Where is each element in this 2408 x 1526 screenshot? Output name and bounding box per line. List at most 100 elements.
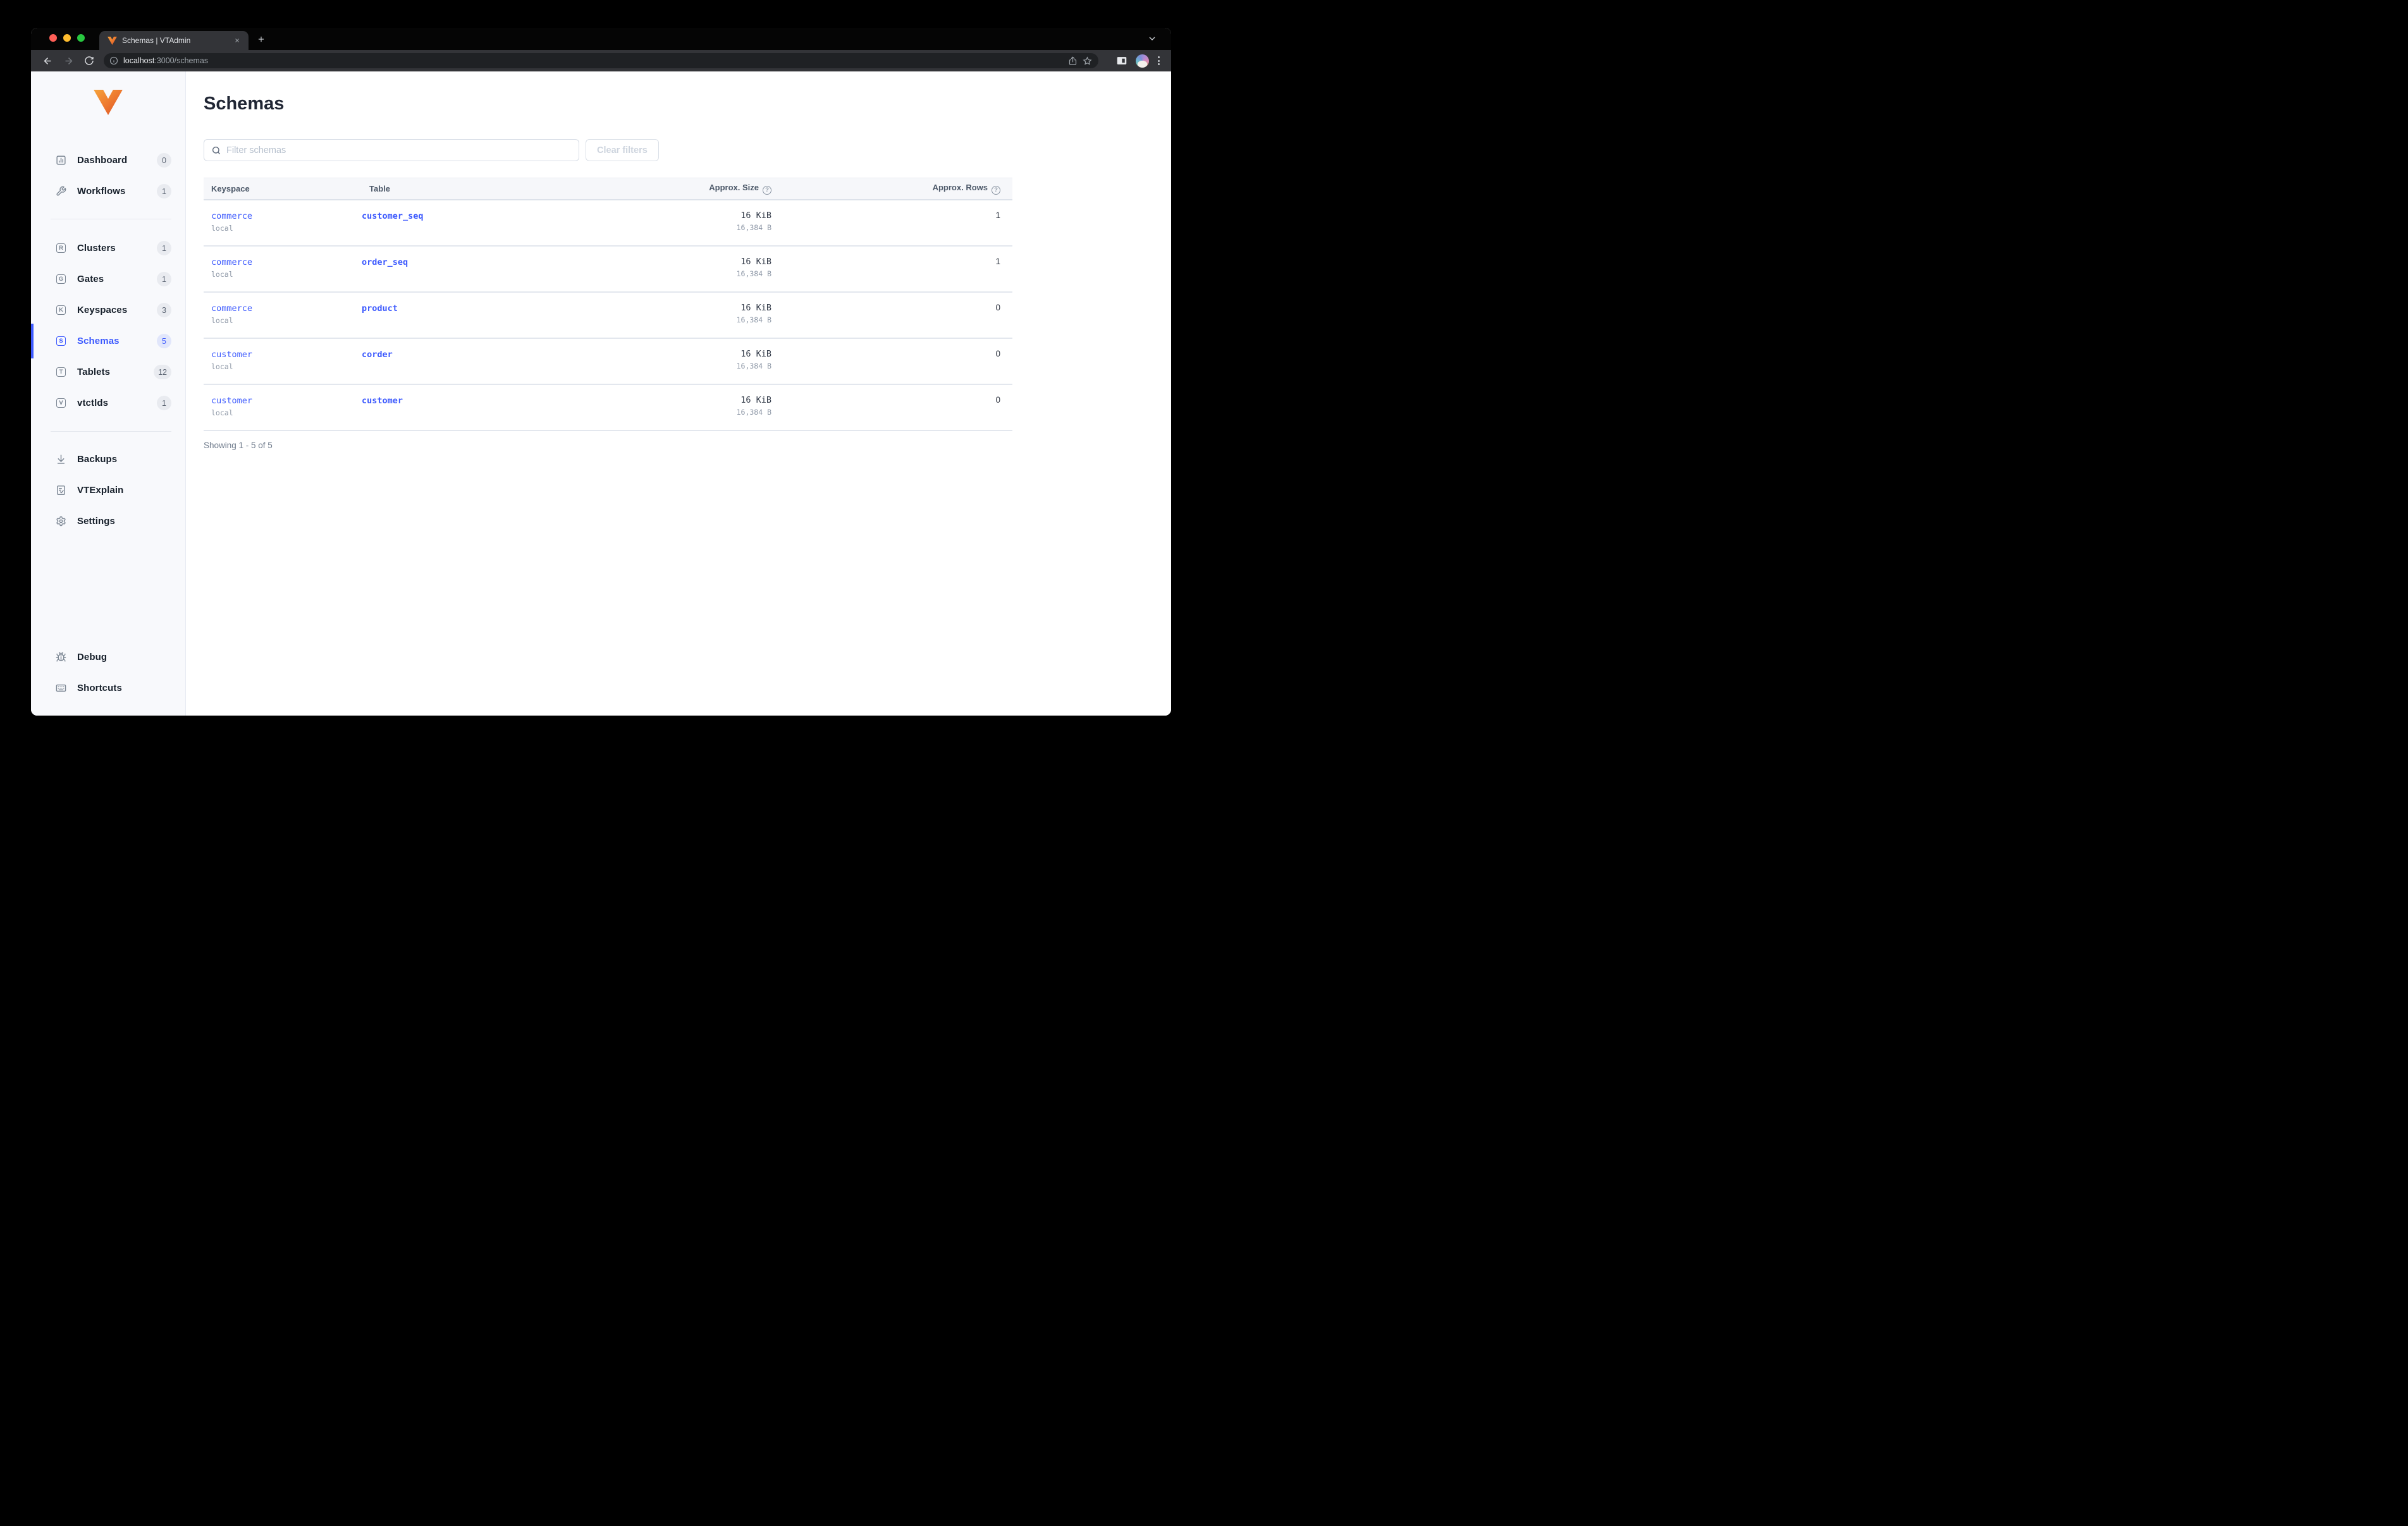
side-panel-icon[interactable] bbox=[1117, 56, 1127, 65]
letter-t-box-icon: T bbox=[56, 367, 66, 377]
keyspace-link[interactable]: commerce bbox=[211, 211, 252, 222]
count-badge: 3 bbox=[157, 303, 171, 317]
approx-rows: 0 bbox=[787, 291, 1012, 339]
browser-toolbar: localhost:3000/schemas bbox=[31, 50, 1171, 71]
table-row: commerce local order_seq 16 KiB 16,384 B 1 bbox=[204, 245, 1012, 293]
header-keyspace: Keyspace bbox=[204, 178, 362, 200]
table-row: customer local corder 16 KiB 16,384 B 0 bbox=[204, 338, 1012, 385]
vitess-favicon-icon bbox=[108, 36, 117, 45]
sidebar-item-keyspaces[interactable]: K Keyspaces 3 bbox=[31, 295, 185, 326]
table-link[interactable]: corder bbox=[362, 350, 393, 360]
tab-title: Schemas | VTAdmin bbox=[122, 36, 191, 45]
letter-g-box-icon: G bbox=[56, 274, 66, 284]
reload-button[interactable] bbox=[83, 54, 95, 67]
sidebar-item-schemas[interactable]: S Schemas 5 bbox=[31, 324, 185, 358]
browser-window: Schemas | VTAdmin localhost:3000/schemas bbox=[31, 28, 1171, 716]
tab-search-chevron-icon[interactable] bbox=[1147, 34, 1157, 44]
help-icon[interactable]: ? bbox=[763, 185, 771, 195]
bookmark-star-icon[interactable] bbox=[1083, 56, 1092, 66]
sidebar-item-label: Shortcuts bbox=[77, 683, 122, 693]
table-row: commerce local product 16 KiB 16,384 B 0 bbox=[204, 291, 1012, 339]
keyspace-link[interactable]: commerce bbox=[211, 257, 252, 268]
approx-size: 16 KiB bbox=[740, 210, 771, 221]
keyspace-link[interactable]: customer bbox=[211, 350, 252, 360]
count-badge: 1 bbox=[157, 396, 171, 410]
approx-size-bytes: 16,384 B bbox=[736, 269, 771, 278]
share-icon[interactable] bbox=[1068, 56, 1078, 66]
sidebar-item-label: Settings bbox=[77, 516, 115, 527]
main-panel: Schemas Clear filters Keyspace Table App bbox=[186, 71, 1171, 716]
table-link[interactable]: product bbox=[362, 303, 398, 314]
gear-icon bbox=[56, 516, 66, 527]
table-link[interactable]: order_seq bbox=[362, 257, 408, 268]
cluster-name: local bbox=[211, 269, 233, 279]
sidebar-item-settings[interactable]: Settings bbox=[31, 506, 185, 537]
letter-s-box-icon: S bbox=[56, 336, 66, 346]
back-button[interactable] bbox=[41, 54, 54, 67]
vitess-logo bbox=[94, 90, 123, 115]
keyspace-link[interactable]: customer bbox=[211, 396, 252, 406]
sidebar-item-label: Keyspaces bbox=[77, 305, 128, 315]
cluster-name: local bbox=[211, 315, 233, 325]
clear-filters-button[interactable]: Clear filters bbox=[586, 139, 659, 161]
sidebar-item-debug[interactable]: Debug bbox=[31, 642, 185, 673]
schemas-table: Keyspace Table Approx. Size? Approx. Row… bbox=[204, 178, 1012, 431]
sidebar-item-vtctlds[interactable]: Vvtctlds 1 bbox=[31, 388, 185, 418]
approx-size-bytes: 16,384 B bbox=[736, 407, 771, 417]
site-info-icon[interactable] bbox=[109, 56, 118, 65]
sidebar-nav: Dashboard 0 Workflows 1 R Clusters 1 G Gates 1 K Ke… bbox=[31, 115, 185, 704]
url-text: localhost:3000/schemas bbox=[123, 56, 209, 65]
sidebar-item-workflows[interactable]: Workflows 1 bbox=[31, 176, 185, 207]
sidebar-item-backups[interactable]: Backups bbox=[31, 444, 185, 475]
sidebar: Dashboard 0 Workflows 1 R Clusters 1 G Gates 1 K Ke… bbox=[31, 71, 186, 716]
sidebar-item-dashboard[interactable]: Dashboard 0 bbox=[31, 145, 185, 176]
count-badge: 12 bbox=[154, 365, 171, 379]
sidebar-item-label: Schemas bbox=[77, 336, 120, 346]
cluster-name: local bbox=[211, 362, 233, 371]
browser-tab[interactable]: Schemas | VTAdmin bbox=[99, 31, 249, 50]
count-badge: 0 bbox=[157, 153, 171, 168]
sidebar-item-gates[interactable]: G Gates 1 bbox=[31, 264, 185, 295]
sidebar-item-clusters[interactable]: R Clusters 1 bbox=[31, 233, 185, 264]
table-row: commerce local customer_seq 16 KiB 16,384 B 1 bbox=[204, 199, 1012, 247]
download-icon bbox=[56, 454, 66, 465]
approx-rows: 0 bbox=[787, 384, 1012, 431]
letter-r-box-icon: R bbox=[56, 243, 66, 253]
filter-schemas-input[interactable] bbox=[204, 139, 579, 161]
approx-rows: 1 bbox=[787, 199, 1012, 247]
address-bar[interactable]: localhost:3000/schemas bbox=[104, 53, 1098, 68]
profile-avatar[interactable] bbox=[1136, 54, 1149, 68]
close-tab-icon[interactable] bbox=[232, 35, 242, 46]
table-link[interactable]: customer bbox=[362, 396, 403, 406]
sidebar-item-label: Workflows bbox=[77, 186, 126, 197]
schema-table-body: commerce local customer_seq 16 KiB 16,384 B1… bbox=[204, 199, 1012, 431]
sidebar-item-tablets[interactable]: T Tablets 12 bbox=[31, 357, 185, 388]
maximize-window-button[interactable] bbox=[77, 34, 85, 42]
approx-size: 16 KiB bbox=[740, 348, 771, 359]
search-icon bbox=[211, 145, 221, 156]
approx-size: 16 KiB bbox=[740, 302, 771, 313]
browser-menu-icon[interactable] bbox=[1158, 56, 1160, 65]
sidebar-item-label: Tablets bbox=[77, 367, 111, 377]
header-approx-rows: Approx. Rows? bbox=[787, 178, 1012, 200]
app-content: Dashboard 0 Workflows 1 R Clusters 1 G Gates 1 K Ke… bbox=[31, 71, 1171, 716]
count-badge: 1 bbox=[157, 272, 171, 286]
forward-button[interactable] bbox=[62, 54, 75, 67]
table-link[interactable]: customer_seq bbox=[362, 211, 424, 222]
approx-rows: 1 bbox=[787, 245, 1012, 293]
close-window-button[interactable] bbox=[49, 34, 57, 42]
help-icon[interactable]: ? bbox=[992, 185, 1000, 195]
new-tab-button[interactable] bbox=[254, 32, 269, 47]
doc-check-icon bbox=[56, 485, 66, 496]
cluster-name: local bbox=[211, 408, 233, 417]
letter-v-box-icon: V bbox=[56, 398, 66, 408]
sidebar-item-label: Backups bbox=[77, 454, 118, 465]
sidebar-item-shortcuts[interactable]: Shortcuts bbox=[31, 673, 185, 704]
approx-size: 16 KiB bbox=[740, 394, 771, 405]
approx-rows: 0 bbox=[787, 338, 1012, 385]
minimize-window-button[interactable] bbox=[63, 34, 71, 42]
keyspace-link[interactable]: commerce bbox=[211, 303, 252, 314]
count-badge: 1 bbox=[157, 184, 171, 198]
sidebar-item-vtexplain[interactable]: VTExplain bbox=[31, 475, 185, 506]
count-badge: 5 bbox=[157, 334, 171, 348]
